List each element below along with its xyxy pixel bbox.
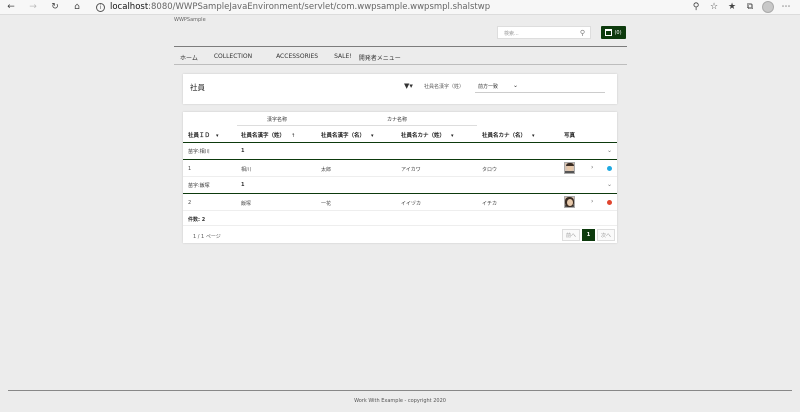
address-bar[interactable]: i localhost:8080/WWPSampleJavaEnvironmen… <box>96 2 490 12</box>
cell-sei: 相川 <box>241 167 252 173</box>
prev-page-button[interactable]: 前へ <box>562 229 580 241</box>
group-header-kanji: 漢字名称 <box>237 116 317 126</box>
cell-id: 1 <box>188 166 192 172</box>
group-row[interactable]: 苗字:飯塚 1 ⌄ <box>183 178 617 193</box>
status-dot <box>607 166 612 171</box>
info-icon[interactable]: i <box>96 2 105 12</box>
page-info: 1 / 1 ページ <box>193 234 221 240</box>
column-label: 社員名カナ（姓） <box>401 133 446 139</box>
group-header-kana: カナ名称 <box>317 116 477 126</box>
column-label: 社員名漢字（姓） <box>241 133 286 139</box>
employee-photo <box>564 162 575 174</box>
back-icon[interactable]: ← <box>0 0 22 15</box>
cell-kana-sei: アイカワ <box>401 167 421 173</box>
app-title: WWPSample <box>174 17 206 23</box>
header-divider <box>174 46 627 47</box>
menu-item-developer[interactable]: 開発者メニュー <box>359 53 401 62</box>
cell-mei: 一花 <box>321 201 332 207</box>
group-label: 苗字:相川 <box>188 149 210 155</box>
chevron-down-icon[interactable]: ⌄ <box>607 147 612 154</box>
cell-sei: 飯塚 <box>241 201 252 207</box>
table-row[interactable]: 1 相川 太郎 アイカワ タロウ › <box>183 160 617 177</box>
column-label: 社員名カナ（名） <box>482 133 527 139</box>
menu-item-collection[interactable]: COLLECTION <box>214 53 252 62</box>
page-1-button[interactable]: 1 <box>582 229 595 241</box>
column-label: 社員名漢字（名） <box>321 133 366 139</box>
sort-icon: ▾ <box>451 133 454 139</box>
employee-photo <box>564 196 575 208</box>
cart-button[interactable]: (0) <box>601 26 626 39</box>
column-header-photo: 写真 <box>564 133 576 139</box>
sort-icon: ▾ <box>371 133 374 139</box>
favorites-icon[interactable]: ★ <box>726 2 738 12</box>
home-icon[interactable]: ⌂ <box>66 0 88 15</box>
chevron-down-icon: ⌄ <box>513 82 519 89</box>
group-count: 1 <box>241 182 245 188</box>
status-dot <box>607 200 612 205</box>
collections-icon[interactable]: ⧉ <box>744 2 756 12</box>
url-host: localhost <box>110 2 149 12</box>
refresh-icon[interactable]: ↻ <box>44 0 66 15</box>
menu-item-home[interactable]: ホーム <box>180 53 198 62</box>
url-path: :8080/WWPSampleJavaEnvironment/servlet/c… <box>148 2 491 12</box>
column-header-id[interactable]: 社員ＩＤ ▾ <box>188 131 219 139</box>
group-row[interactable]: 苗字:相川 1 ⌄ <box>183 144 617 159</box>
footer-divider <box>8 390 792 391</box>
cell-id: 2 <box>188 200 192 206</box>
column-header-kana-sei[interactable]: 社員名カナ（姓） ▾ <box>401 131 454 139</box>
chevron-right-icon[interactable]: › <box>591 164 593 171</box>
cell-mei: 太郎 <box>321 167 332 173</box>
cell-kana-mei: イチカ <box>482 201 498 207</box>
table-row[interactable]: 2 飯塚 一花 イイヅカ イチカ › <box>183 194 617 211</box>
column-header-mei[interactable]: 社員名漢字（名） ▾ <box>321 131 374 139</box>
cell-kana-sei: イイヅカ <box>401 201 422 207</box>
main-menu: ホーム COLLECTION ACCESSORIES SALE! 開発者メニュー <box>180 53 417 62</box>
forward-icon[interactable]: → <box>22 0 44 15</box>
sort-icon: ▾ <box>532 133 535 139</box>
column-header-sei[interactable]: 社員名漢字（姓） ↑ <box>241 131 295 139</box>
sort-icon: ↑ <box>291 133 296 139</box>
cell-kana-mei: タロウ <box>482 167 498 173</box>
search-icon[interactable]: ⚲ <box>580 29 585 37</box>
profile-avatar[interactable] <box>762 1 774 13</box>
column-label: 社員ＩＤ <box>188 133 211 139</box>
menu-item-accessories[interactable]: ACCESSORIES <box>276 53 318 62</box>
record-count: 件数: 2 <box>188 217 206 223</box>
favorite-star-icon[interactable]: ☆ <box>708 2 720 12</box>
group-count: 1 <box>241 148 245 154</box>
filter-label: 社員名漢字（姓） <box>424 84 465 90</box>
header-separator <box>183 142 617 143</box>
chevron-right-icon[interactable]: › <box>591 198 593 205</box>
group-label: 苗字:飯塚 <box>188 183 210 189</box>
pager-separator <box>183 225 617 226</box>
shopping-bag-icon <box>605 29 613 36</box>
next-page-button[interactable]: 次へ <box>597 229 615 241</box>
menu-item-sale[interactable]: SALE! <box>334 53 352 62</box>
sort-icon: ▾ <box>216 133 219 139</box>
more-icon[interactable]: ⋯ <box>780 2 792 12</box>
column-header-kana-mei[interactable]: 社員名カナ（名） ▾ <box>482 131 535 139</box>
menu-divider <box>174 64 627 65</box>
filter-panel: 社員 ▼▾ 社員名漢字（姓） 前方一致 ⌄ <box>183 74 617 104</box>
page-title: 社員 <box>190 83 205 92</box>
zoom-icon[interactable]: ⚲ <box>690 2 702 12</box>
filter-icon[interactable]: ▼▾ <box>404 82 413 90</box>
cart-count: (0) <box>614 29 622 36</box>
employee-grid: 漢字名称 カナ名称 社員ＩＤ ▾ 社員名漢字（姓） ↑ 社員名漢字（名） ▾ 社員名カ… <box>183 112 617 243</box>
chevron-down-icon[interactable]: ⌄ <box>607 181 612 188</box>
filter-operator-value: 前方一致 <box>478 84 499 90</box>
filter-operator-select[interactable]: 前方一致 ⌄ <box>475 81 605 93</box>
search-placeholder: 検索... <box>504 31 519 37</box>
browser-toolbar: ← → ↻ ⌂ i localhost:8080/WWPSampleJavaEn… <box>0 0 800 15</box>
footer-copyright: Work With Example - copyright 2020 <box>354 398 446 404</box>
header-search-input[interactable]: 検索... ⚲ <box>497 26 591 39</box>
